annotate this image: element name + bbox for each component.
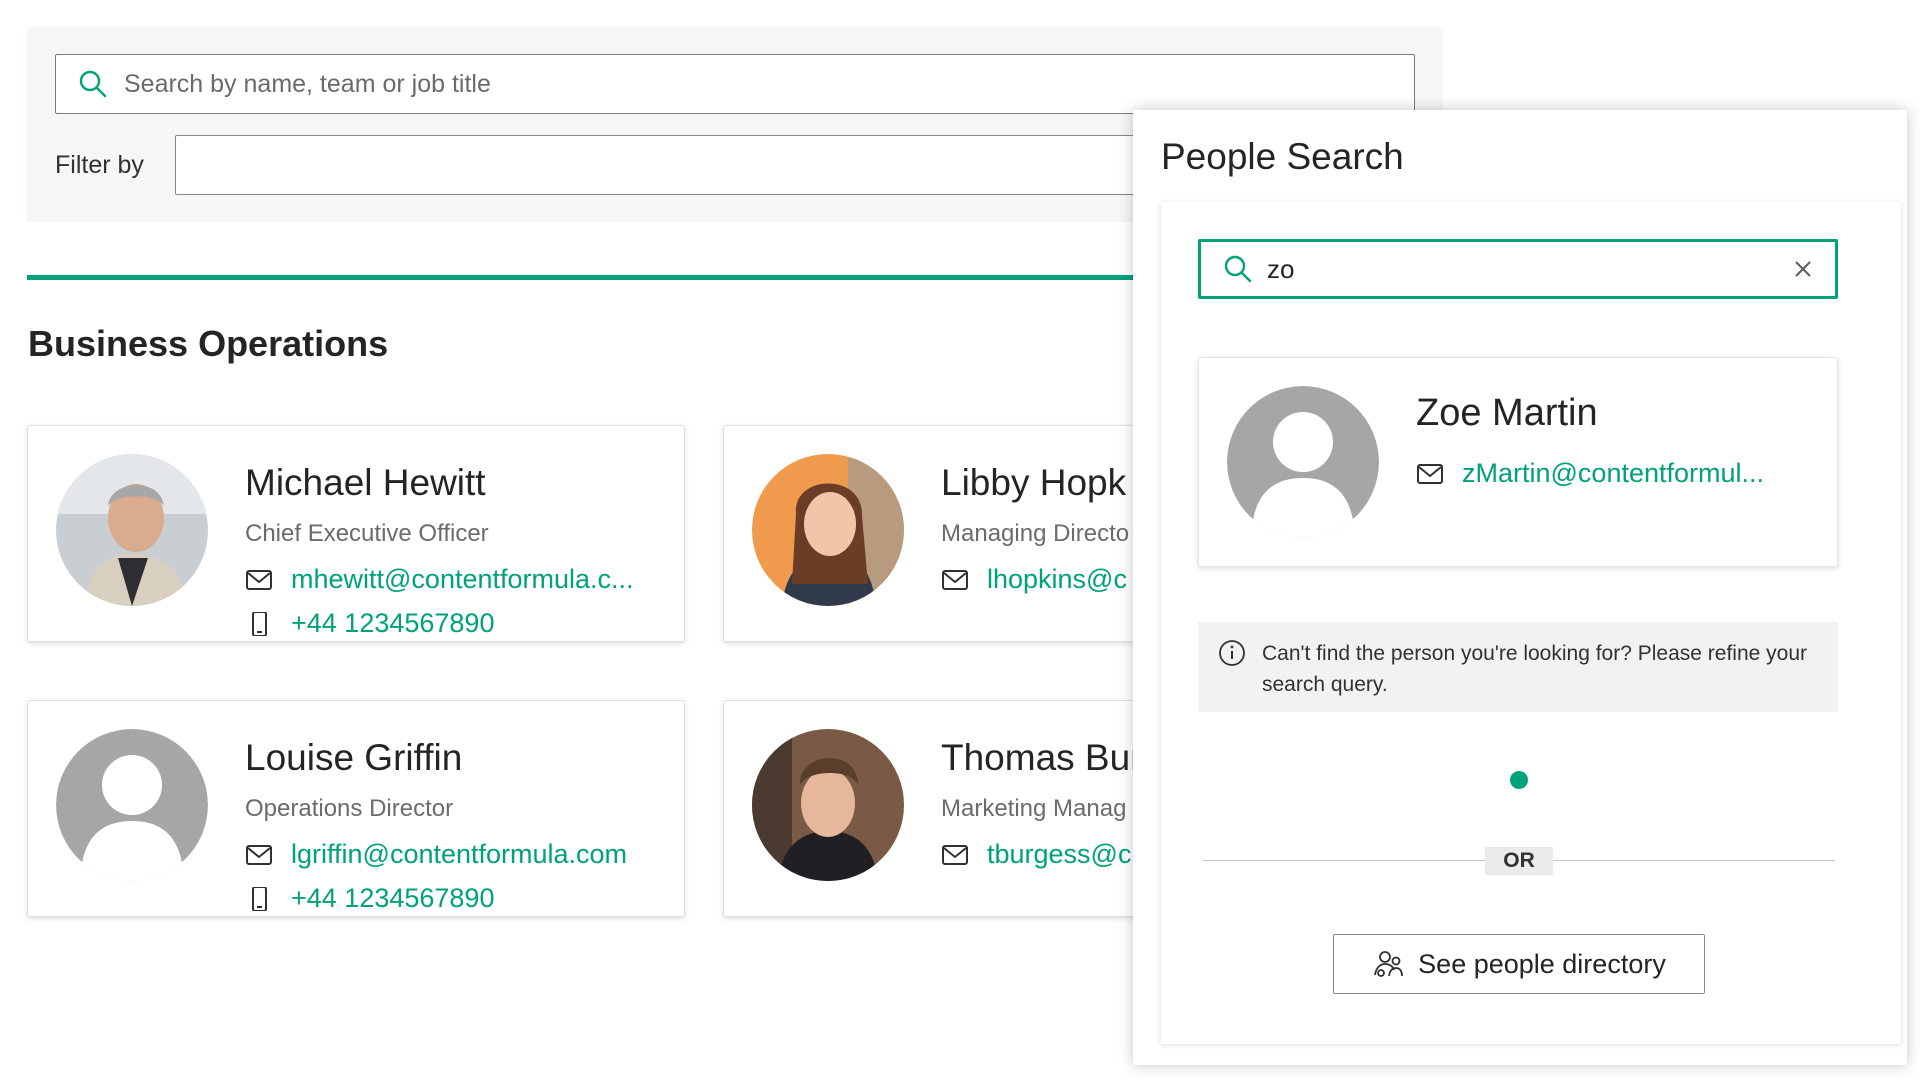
avatar: [752, 729, 904, 881]
person-name: Thomas Bur: [941, 737, 1143, 778]
people-search-body: zo Zoe Martin zMartin@contentformul... C…: [1161, 202, 1901, 1044]
info-notice: Can't find the person you're looking for…: [1198, 622, 1838, 712]
or-label: OR: [1485, 847, 1553, 875]
person-name: Libby Hopk: [941, 462, 1127, 503]
person-card[interactable]: Michael Hewitt Chief Executive Officer m…: [27, 425, 685, 642]
email-link[interactable]: mhewitt@contentformula.c...: [245, 564, 634, 595]
panel-heading: People Search: [1161, 136, 1404, 177]
section-title: Business Operations: [28, 323, 389, 364]
avatar: [752, 454, 904, 606]
email-text: lhopkins@c: [987, 564, 1127, 594]
loading-indicator: [1510, 771, 1528, 789]
phone-link[interactable]: +44 1234567890: [245, 883, 494, 914]
email-link[interactable]: tburgess@c: [941, 839, 1131, 870]
avatar-placeholder: [1227, 386, 1379, 538]
mail-icon: [1417, 463, 1443, 484]
people-search-panel: People Search zo Zoe Martin zMartin@cont…: [1133, 110, 1907, 1065]
avatar: [56, 454, 208, 606]
search-query: zo: [1267, 253, 1295, 284]
filter-label: Filter by: [55, 150, 144, 179]
accent-divider: [27, 275, 1167, 280]
search-placeholder: Search by name, team or job title: [124, 69, 491, 98]
mail-icon: [942, 844, 968, 865]
email-link[interactable]: lhopkins@c: [941, 564, 1127, 595]
person-title: Operations Director: [245, 795, 454, 822]
notice-text: Can't find the person you're looking for…: [1262, 642, 1808, 696]
email-link[interactable]: lgriffin@contentformula.com: [245, 839, 627, 870]
search-icon: [79, 70, 107, 98]
person-title: Chief Executive Officer: [245, 520, 489, 547]
person-card[interactable]: Louise Griffin Operations Director lgrif…: [27, 700, 685, 917]
main-search-input[interactable]: Search by name, team or job title: [55, 54, 1415, 114]
person-name: Louise Griffin: [245, 737, 463, 778]
phone-link[interactable]: +44 1234567890: [245, 608, 494, 639]
search-icon: [1224, 255, 1252, 283]
person-name: Michael Hewitt: [245, 462, 486, 503]
mail-icon: [942, 569, 968, 590]
email-link[interactable]: zMartin@contentformul...: [1416, 458, 1764, 489]
phone-icon: [252, 886, 267, 911]
email-text: tburgess@c: [987, 839, 1132, 869]
phone-text: +44 1234567890: [291, 883, 495, 913]
person-title: Managing Directo: [941, 520, 1130, 547]
search-result-card[interactable]: Zoe Martin zMartin@contentformul...: [1198, 357, 1838, 567]
mail-icon: [246, 844, 272, 865]
see-people-directory-button[interactable]: See people directory: [1333, 934, 1705, 994]
person-name: Zoe Martin: [1416, 392, 1598, 434]
person-title: Marketing Manag: [941, 795, 1127, 822]
email-text: lgriffin@contentformula.com: [291, 839, 628, 869]
close-icon[interactable]: [1793, 259, 1813, 279]
mail-icon: [246, 569, 272, 590]
button-label: See people directory: [1418, 948, 1666, 979]
phone-text: +44 1234567890: [291, 608, 495, 638]
avatar-placeholder: [56, 729, 208, 881]
phone-icon: [252, 611, 267, 636]
people-search-input[interactable]: zo: [1198, 239, 1838, 299]
people-directory-icon: [1374, 951, 1404, 977]
email-text: mhewitt@contentformula.c...: [291, 564, 634, 594]
info-icon: [1219, 640, 1245, 666]
email-text: zMartin@contentformul...: [1462, 458, 1765, 488]
